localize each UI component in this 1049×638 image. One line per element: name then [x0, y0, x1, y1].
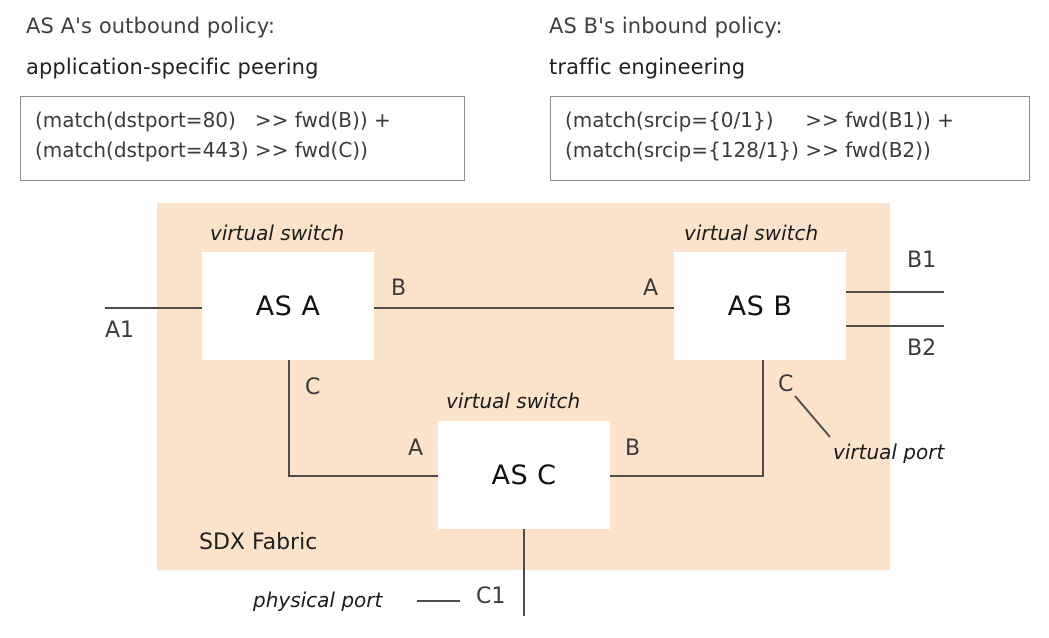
port-label-b-to-c: C — [778, 372, 794, 397]
wire-a-to-c-horizontal — [288, 475, 440, 477]
port-label-b1: B1 — [907, 248, 937, 273]
wire-a-to-b — [372, 307, 676, 309]
policy-a-subtitle: application-specific peering — [26, 55, 319, 79]
wire-c1-vertical — [523, 527, 525, 616]
wire-physical-port-leader — [417, 600, 460, 602]
port-label-a1: A1 — [105, 318, 135, 343]
virtual-switch-caption-c: virtual switch — [446, 389, 581, 413]
wire-b-to-c-horizontal — [607, 475, 764, 477]
virtual-switch-caption-b: virtual switch — [684, 221, 819, 245]
policy-a-code-box: (match(dstport=80) >> fwd(B)) + (match(d… — [20, 96, 465, 181]
port-label-a-to-b: B — [391, 276, 407, 301]
policy-a-title: AS A's outbound policy: — [26, 14, 275, 38]
wire-a1 — [105, 307, 204, 309]
port-label-a-to-c: C — [305, 375, 321, 400]
port-label-b-from-a: A — [643, 276, 659, 301]
callout-virtual-port: virtual port — [833, 440, 945, 464]
virtual-switch-caption-a: virtual switch — [210, 221, 345, 245]
policy-a-code-line-2: (match(dstport=443) >> fwd(C)) — [35, 138, 368, 162]
switch-label-as-a: AS A — [255, 290, 321, 322]
sdx-fabric-label: SDX Fabric — [199, 530, 318, 555]
policy-b-subtitle: traffic engineering — [549, 55, 746, 79]
switch-box-as-b[interactable]: AS B — [674, 252, 846, 360]
policy-b-code-box: (match(srcip={0/1}) >> fwd(B1)) + (match… — [550, 96, 1030, 181]
port-label-c-from-a: A — [408, 436, 424, 461]
policy-b-code-line-2: (match(srcip={128/1}) >> fwd(B2)) — [565, 138, 931, 162]
switch-label-as-c: AS C — [491, 459, 557, 491]
switch-box-as-c[interactable]: AS C — [438, 421, 610, 529]
policy-a-code-line-1: (match(dstport=80) >> fwd(B)) + — [35, 108, 391, 132]
port-label-c1: C1 — [476, 584, 506, 609]
wire-b-port-c-vertical — [762, 358, 764, 477]
wire-b1 — [844, 291, 944, 293]
callout-physical-port: physical port — [253, 588, 383, 612]
wire-b2 — [844, 325, 944, 327]
port-label-c-from-b: B — [625, 436, 641, 461]
port-label-b2: B2 — [907, 336, 937, 361]
wire-a-port-c-vertical — [288, 358, 290, 477]
policy-b-code-line-1: (match(srcip={0/1}) >> fwd(B1)) + — [565, 108, 954, 132]
switch-box-as-a[interactable]: AS A — [202, 252, 374, 360]
switch-label-as-b: AS B — [727, 290, 793, 322]
policy-b-title: AS B's inbound policy: — [549, 14, 783, 38]
